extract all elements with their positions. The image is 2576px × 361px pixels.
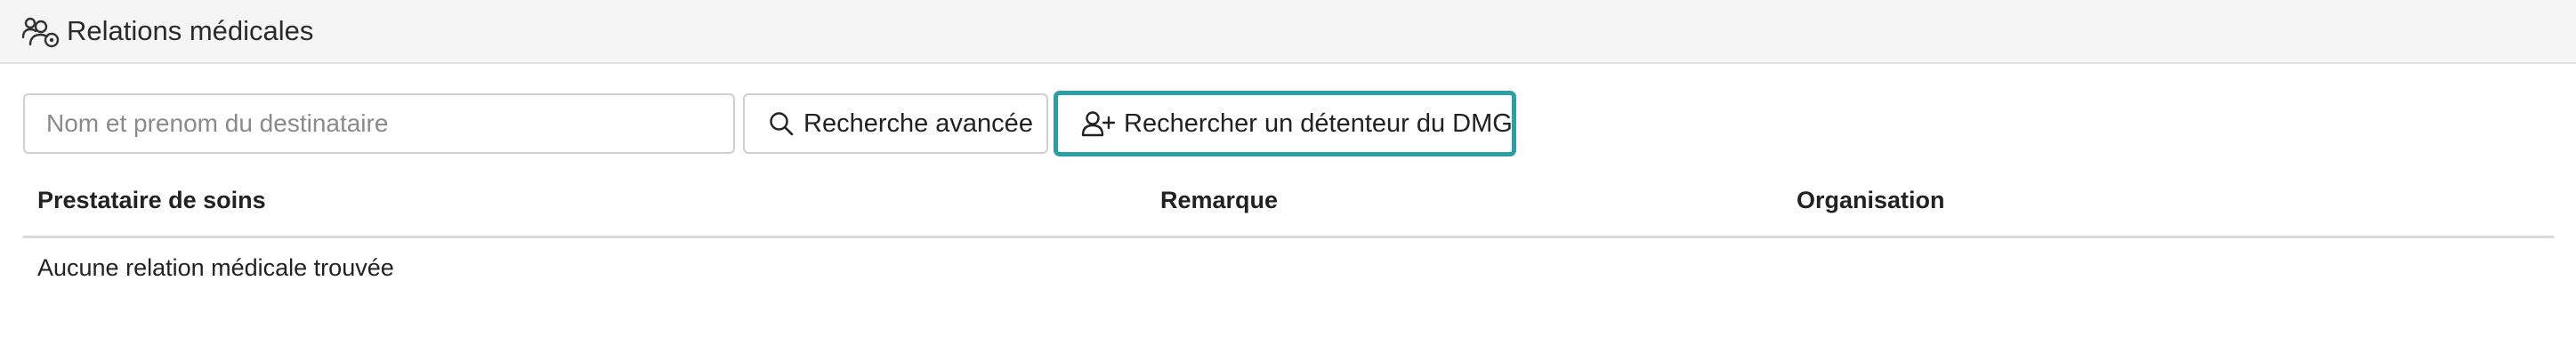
search-dmg-holder-label: Rechercher un détenteur du DMG: [1124, 108, 1513, 138]
column-header-provider[interactable]: Prestataire de soins: [37, 187, 266, 214]
table-header-divider: [23, 236, 2554, 238]
advanced-search-label: Recherche avancée: [803, 108, 1033, 138]
page-title: Relations médicales: [67, 15, 314, 46]
empty-table-message: Aucune relation médicale trouvée: [37, 254, 394, 281]
search-icon: [770, 112, 794, 136]
search-dmg-holder-button[interactable]: Rechercher un détenteur du DMG: [1054, 91, 1516, 156]
recipient-search-input[interactable]: [23, 93, 735, 154]
column-header-organisation[interactable]: Organisation: [1797, 187, 1945, 214]
page-header: Relations médicales: [0, 0, 2576, 64]
users-settings-icon: [21, 17, 60, 48]
advanced-search-button[interactable]: Recherche avancée: [743, 93, 1048, 154]
user-plus-icon: [1081, 111, 1115, 137]
column-header-remark[interactable]: Remarque: [1160, 187, 1278, 214]
